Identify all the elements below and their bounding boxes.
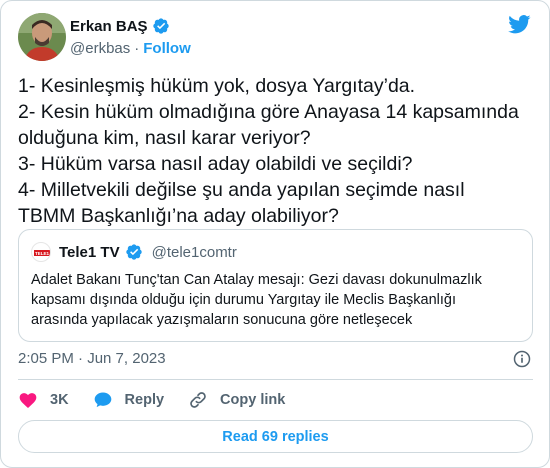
avatar-photo [18, 13, 66, 61]
svg-text:TELE1: TELE1 [35, 251, 50, 256]
quoted-tweet[interactable]: TELE1 Tele1 TV @tele1comtr Adalet Bakanı… [18, 229, 533, 342]
copy-link-label: Copy link [220, 392, 286, 408]
tweet-timestamp[interactable]: 2:05 PM · Jun 7, 2023 [18, 350, 166, 367]
speech-bubble-icon [94, 392, 111, 408]
tweet-line: 1- Kesinleşmiş hüküm yok, dosya Yargıtay… [18, 75, 416, 97]
like-count: 3K [50, 392, 69, 408]
read-replies-button[interactable]: Read 69 replies [18, 420, 533, 453]
tweet-card: Erkan BAŞ @erkbas · Follow 1- Kesinleşmi… [0, 0, 550, 468]
reply-label: Reply [124, 392, 165, 408]
author-name[interactable]: Erkan BAŞ [70, 18, 148, 35]
author-info: Erkan BAŞ @erkbas · Follow [70, 16, 191, 58]
like-button[interactable]: 3K [18, 390, 69, 410]
info-icon[interactable] [512, 349, 532, 369]
verified-badge-icon [152, 18, 169, 34]
tweet-text: 1- Kesinleşmiş hüküm yok, dosya Yargıtay… [18, 73, 538, 229]
divider [18, 379, 533, 380]
copy-link-button[interactable]: Copy link [188, 390, 285, 410]
quote-avatar: TELE1 [31, 242, 51, 262]
follow-button[interactable]: Follow [143, 40, 191, 57]
quote-line: arasında yapılacak yazışmaların sonucuna… [31, 312, 413, 328]
tweet-line: 3- Hüküm varsa nasıl aday olabildi ve se… [18, 153, 413, 175]
heart-icon [19, 393, 37, 408]
tweet-line: 2- Kesin hüküm olmadığına göre Anayasa 1… [18, 101, 519, 123]
quote-author-name: Tele1 TV [59, 243, 120, 261]
twitter-bird-icon[interactable] [508, 15, 531, 34]
quote-line: Adalet Bakanı Tunç'tan Can Atalay mesajı… [31, 272, 482, 288]
quote-text: Adalet Bakanı Tunç'tan Can Atalay mesajı… [31, 270, 521, 330]
tweet-line: TBMM Başkanlığı’na aday olabiliyor? [18, 205, 339, 227]
tweet-line: 4- Milletvekili değilse şu anda yapılan … [18, 179, 465, 201]
tweet-line: olduğuna kim, nasıl karar veriyor? [18, 127, 311, 149]
author-avatar[interactable] [18, 13, 66, 61]
quote-author-handle: @tele1comtr [151, 243, 237, 261]
author-handle[interactable]: @erkbas [70, 40, 130, 57]
action-bar: 3K Reply Copy link [18, 388, 309, 412]
quote-line: kapsamı dışında olduğu için durumu Yargı… [31, 292, 457, 308]
link-icon [190, 392, 206, 408]
verified-badge-icon [125, 244, 142, 260]
separator-dot: · [134, 39, 140, 57]
reply-button[interactable]: Reply [93, 390, 165, 410]
read-replies-label: Read 69 replies [222, 428, 329, 445]
